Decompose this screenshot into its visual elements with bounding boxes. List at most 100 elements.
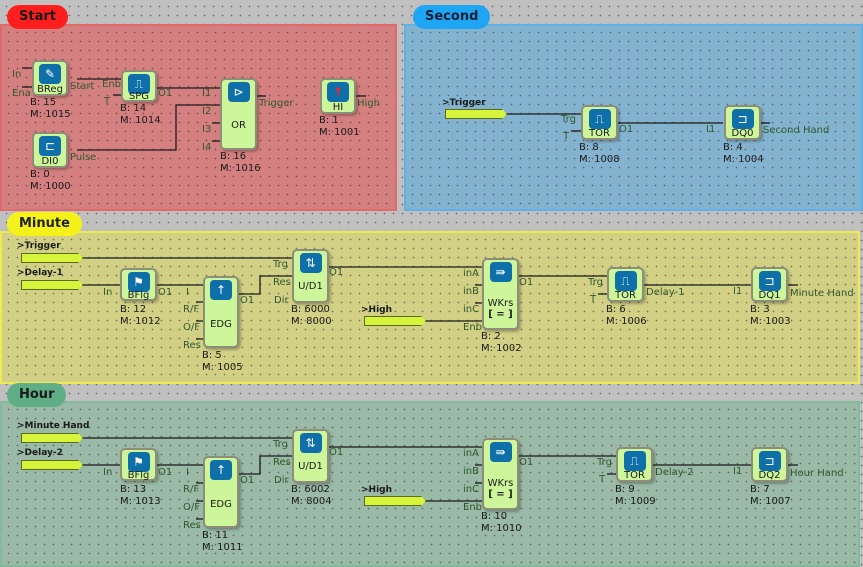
pin-ena[interactable]: Ena — [12, 88, 31, 99]
pin-i1[interactable]: I1 — [733, 466, 742, 477]
block-di0-b: B: 0 — [30, 169, 50, 180]
block-tor[interactable]: ⎍ TOR — [581, 105, 618, 140]
group-tag-minute[interactable]: Minute — [7, 212, 82, 236]
pin-inc[interactable]: inC — [463, 484, 479, 495]
group-tag-hour[interactable]: Hour — [7, 383, 67, 407]
up-arrow-icon: ↑ — [327, 82, 349, 102]
block-tor[interactable]: ⎍ TOR — [607, 267, 644, 302]
pin-o1[interactable]: O1 — [240, 295, 254, 306]
block-bflg[interactable]: ⚑ BFlg — [120, 268, 157, 301]
block-dq2[interactable]: ⊐ DQ2 — [751, 447, 788, 482]
pin-res[interactable]: Res — [183, 340, 201, 351]
pin-o1[interactable]: O1 — [329, 267, 343, 278]
pin-i2[interactable]: I2 — [202, 106, 211, 117]
pin-i4[interactable]: I4 — [202, 142, 211, 153]
pin-dir[interactable]: Dir — [274, 295, 289, 306]
connector-high[interactable] — [364, 496, 426, 506]
pin-start[interactable]: Start — [70, 81, 94, 92]
pin-i[interactable]: I — [186, 287, 189, 298]
pin-i[interactable]: I — [186, 467, 189, 478]
pin-i1[interactable]: I1 — [202, 88, 211, 99]
connector-delay-1[interactable] — [21, 280, 83, 290]
connector-high[interactable] — [364, 316, 426, 326]
pin-i3[interactable]: I3 — [202, 124, 211, 135]
pin-pulse[interactable]: Pulse — [70, 152, 96, 163]
pin-of[interactable]: O/F — [183, 322, 200, 333]
block-hi[interactable]: ↑ HI — [320, 78, 356, 114]
pin-t[interactable]: T — [599, 474, 605, 485]
pin-o1[interactable]: O1 — [329, 447, 343, 458]
connector-delay-2[interactable] — [21, 460, 83, 470]
pin-in[interactable]: In — [12, 69, 21, 80]
block-dq0[interactable]: ⊐ DQ0 — [724, 105, 761, 140]
block-di0[interactable]: ⊏ DI0 — [32, 132, 68, 168]
digital-output-icon: ⊐ — [758, 451, 781, 471]
pin-ina[interactable]: inA — [463, 268, 479, 279]
connector-trigger[interactable] — [445, 109, 507, 119]
pin-o1[interactable]: O1 — [619, 124, 633, 135]
pin-res[interactable]: Res — [183, 520, 201, 531]
pin-res[interactable]: Res — [273, 457, 291, 468]
pin-hour-hand[interactable]: Hour Hand — [790, 468, 844, 479]
block-dq2-b: B: 7 — [750, 484, 770, 495]
pin-dir[interactable]: Dir — [274, 475, 289, 486]
block-edg[interactable]: ↑ EDG — [203, 456, 239, 528]
connector-minute-hand[interactable] — [21, 433, 83, 443]
block-breg[interactable]: ✎ BReg — [32, 60, 68, 96]
pin-rf[interactable]: R/F — [183, 304, 199, 315]
block-spg[interactable]: ⎍ SPG — [121, 70, 157, 102]
pin-o1[interactable]: O1 — [158, 88, 172, 99]
block-updown-counter[interactable]: ⇅ U/D1 — [292, 429, 329, 483]
pin-in[interactable]: In — [103, 287, 112, 298]
pin-res[interactable]: Res — [273, 277, 291, 288]
pin-of[interactable]: O/F — [183, 502, 200, 513]
pin-enb[interactable]: Enb — [102, 79, 121, 90]
pin-trg[interactable]: Trg — [273, 439, 288, 450]
block-tor[interactable]: ⎍ TOR — [616, 447, 653, 482]
pin-t[interactable]: T — [563, 131, 569, 142]
block-dq1[interactable]: ⊐ DQ1 — [751, 267, 788, 302]
block-or[interactable]: ⊳ OR — [220, 78, 257, 150]
pin-minute-hand[interactable]: Minute Hand — [790, 288, 854, 299]
pin-trg[interactable]: Trg — [588, 277, 603, 288]
pin-trg[interactable]: Trg — [273, 259, 288, 270]
pin-high[interactable]: High — [357, 98, 380, 109]
block-wkrs[interactable]: ⇛ WKrs [ = ] — [482, 438, 519, 510]
group-tag-second[interactable]: Second — [413, 5, 491, 29]
pin-o1[interactable]: O1 — [519, 457, 533, 468]
block-tor-m: M: 1009 — [615, 496, 656, 507]
pin-trigger[interactable]: Trigger — [259, 98, 294, 109]
block-edg[interactable]: ↑ EDG — [203, 276, 239, 348]
pin-i1[interactable]: I1 — [733, 286, 742, 297]
pin-t[interactable]: T — [590, 294, 596, 305]
pin-inb[interactable]: inB — [463, 466, 479, 477]
block-hi-m: M: 1001 — [319, 127, 360, 138]
block-dq0-b: B: 4 — [723, 142, 743, 153]
pin-ina[interactable]: inA — [463, 448, 479, 459]
block-updown-counter[interactable]: ⇅ U/D1 — [292, 249, 329, 303]
pin-o1[interactable]: O1 — [519, 277, 533, 288]
block-bflg-b: B: 12 — [120, 304, 147, 315]
pin-o1[interactable]: O1 — [158, 287, 172, 298]
pin-in[interactable]: In — [103, 467, 112, 478]
group-tag-start[interactable]: Start — [7, 5, 68, 29]
pin-rf[interactable]: R/F — [183, 484, 199, 495]
pin-enb[interactable]: Enb — [463, 502, 482, 513]
pin-inb[interactable]: inB — [463, 286, 479, 297]
block-bflg[interactable]: ⚑ BFlg — [120, 448, 157, 481]
block-bflg-m: M: 1012 — [120, 316, 161, 327]
pin-second-hand[interactable]: Second Hand — [763, 125, 829, 136]
flag-icon: ⚑ — [127, 272, 150, 292]
pin-t[interactable]: T — [104, 96, 110, 107]
connector-trigger[interactable] — [21, 253, 83, 263]
pin-trg[interactable]: Trg — [597, 457, 612, 468]
pin-delay-2[interactable]: Delay-2 — [655, 467, 693, 478]
pin-trg[interactable]: Trg — [561, 114, 576, 125]
pin-o1[interactable]: O1 — [240, 475, 254, 486]
pin-i1[interactable]: I1 — [706, 124, 715, 135]
pin-delay-1[interactable]: Delay-1 — [646, 287, 684, 298]
pin-inc[interactable]: inC — [463, 304, 479, 315]
block-wkrs[interactable]: ⇛ WKrs [ = ] — [482, 258, 519, 330]
pin-enb[interactable]: Enb — [463, 322, 482, 333]
pin-o1[interactable]: O1 — [158, 467, 172, 478]
